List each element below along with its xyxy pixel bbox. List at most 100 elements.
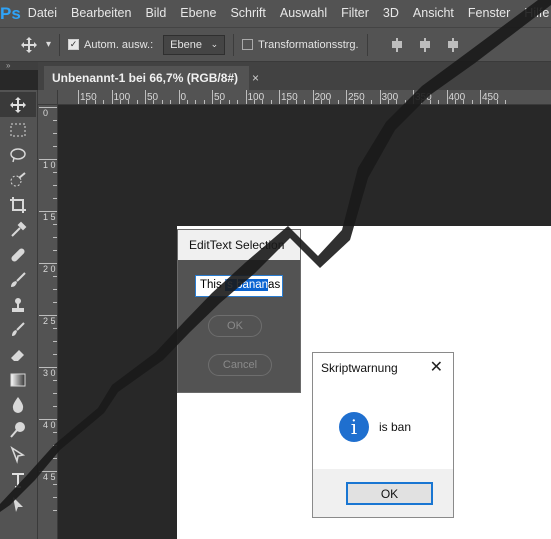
ruler-tick xyxy=(39,107,57,108)
ruler-tick xyxy=(186,100,188,104)
auto-select-checkbox[interactable]: ✓ xyxy=(68,39,80,50)
ruler-tick xyxy=(396,100,398,104)
ruler-tick xyxy=(253,100,255,104)
text-before-selection: This xyxy=(200,279,225,291)
ruler-tick xyxy=(454,100,456,104)
ruler-tick xyxy=(39,471,57,472)
cancel-button[interactable]: Cancel xyxy=(208,354,272,376)
menu-ebene[interactable]: Ebene xyxy=(173,0,223,27)
ruler-tick xyxy=(295,100,297,104)
transform-controls-label: Transformationsstrg. xyxy=(258,38,359,51)
edittext-field[interactable]: This 's bananas ! xyxy=(195,275,283,297)
horizontal-ruler[interactable]: 150 100 50 0 50 100 150 200 250 300 350 400 450 xyxy=(58,90,551,105)
auto-select-target-dropdown[interactable]: Ebene ⌄ xyxy=(163,34,226,55)
move-tool-preset-icon[interactable] xyxy=(18,34,40,56)
dialog-body: i is ban xyxy=(313,383,453,469)
ruler-tick xyxy=(237,100,239,104)
ruler-tick xyxy=(387,100,389,104)
ruler-tick xyxy=(53,146,57,147)
photoshop-logo: Ps xyxy=(0,3,21,23)
ruler-tick xyxy=(53,302,57,303)
ruler-tick xyxy=(346,90,347,104)
menu-bild[interactable]: Bild xyxy=(138,0,173,27)
ruler-tick xyxy=(53,354,57,355)
menu-schrift[interactable]: Schrift xyxy=(223,0,272,27)
ruler-tick xyxy=(53,133,57,134)
ruler-tick xyxy=(480,90,481,104)
ruler-tick xyxy=(53,380,57,381)
path-select-icon[interactable] xyxy=(0,492,36,517)
ruler-tick xyxy=(279,90,280,104)
ruler-tick xyxy=(53,445,57,446)
ruler-tick xyxy=(53,250,57,251)
ruler-tick xyxy=(86,100,88,104)
ruler-tick xyxy=(53,497,57,498)
document-tab-bar: Unbenannt-1 bei 66,7% (RGB/8#) × xyxy=(38,62,551,90)
quick-select-icon[interactable] xyxy=(0,167,36,192)
ruler-corner xyxy=(38,90,58,105)
move-icon[interactable] xyxy=(0,92,36,117)
healing-icon[interactable] xyxy=(0,242,36,267)
ruler-tick xyxy=(421,100,423,104)
ruler-tick xyxy=(39,211,57,212)
ruler-tick xyxy=(53,276,57,277)
crop-icon[interactable] xyxy=(0,192,36,217)
close-icon[interactable]: × xyxy=(252,71,259,85)
ruler-tick xyxy=(111,90,113,104)
lasso-icon[interactable] xyxy=(0,142,36,167)
menu-bearbeiten[interactable]: Bearbeiten xyxy=(64,0,138,27)
transform-controls-checkbox[interactable] xyxy=(242,39,254,50)
ruler-v-label: 2 0 0 xyxy=(43,264,56,274)
dodge-icon[interactable] xyxy=(0,417,36,442)
ruler-tick xyxy=(178,90,180,104)
menu-fenster[interactable]: Fenster xyxy=(461,0,517,27)
ruler-tick xyxy=(53,393,57,394)
blur-icon[interactable] xyxy=(0,392,36,417)
history-brush-icon[interactable] xyxy=(0,317,36,342)
ruler-tick xyxy=(220,100,222,104)
pen-icon[interactable] xyxy=(0,442,36,467)
tools-panel xyxy=(0,90,38,539)
menu-bar: Ps Datei Bearbeiten Bild Ebene Schrift A… xyxy=(0,0,551,27)
ruler-tick xyxy=(94,100,96,104)
chevron-down-icon[interactable]: ▾ xyxy=(46,39,51,50)
ruler-tick xyxy=(53,224,57,225)
ruler-v-label: 3 0 0 xyxy=(43,368,56,378)
stamp-icon[interactable] xyxy=(0,292,36,317)
ruler-tick xyxy=(203,100,205,104)
expand-panels-icon[interactable]: » xyxy=(6,62,10,70)
eraser-icon[interactable] xyxy=(0,342,36,367)
gradient-icon[interactable] xyxy=(0,367,36,392)
align-vertical-center-icon[interactable] xyxy=(418,37,432,52)
menu-auswahl[interactable]: Auswahl xyxy=(273,0,334,27)
ruler-tick xyxy=(39,263,57,264)
text-after-selection: as ! xyxy=(268,279,282,291)
menu-filter[interactable]: Filter xyxy=(334,0,376,27)
type-icon[interactable] xyxy=(0,467,36,492)
ruler-v-label: 0 xyxy=(43,108,49,118)
dialog-title: Skriptwarnung ✕ xyxy=(313,353,453,383)
ok-button[interactable]: OK xyxy=(208,315,262,337)
menu-datei[interactable]: Datei xyxy=(21,0,64,27)
ruler-tick xyxy=(161,100,163,104)
document-tab-title: Unbenannt-1 bei 66,7% (RGB/8#) xyxy=(52,71,239,85)
menu-hilfe[interactable]: Hilfe xyxy=(517,0,551,27)
marquee-icon[interactable] xyxy=(0,117,36,142)
menu-ansicht[interactable]: Ansicht xyxy=(406,0,461,27)
ruler-tick xyxy=(170,100,172,104)
document-tab[interactable]: Unbenannt-1 bei 66,7% (RGB/8#) × xyxy=(44,66,259,90)
selected-text: 's banan xyxy=(224,279,269,291)
dialog-title: EditText Selection xyxy=(178,230,300,260)
ruler-tick xyxy=(39,315,57,316)
align-top-icon[interactable] xyxy=(390,37,404,52)
ruler-tick xyxy=(78,90,79,104)
brush-icon[interactable] xyxy=(0,267,36,292)
ruler-tick xyxy=(337,100,339,104)
align-bottom-icon[interactable] xyxy=(446,37,460,52)
menu-3d[interactable]: 3D xyxy=(376,0,406,27)
ruler-v-label: 4 5 0 xyxy=(43,472,56,482)
vertical-ruler[interactable]: 0 1 0 0 1 5 0 2 0 0 2 5 0 3 0 0 4 0 0 4 5 0 xyxy=(38,105,58,539)
ok-button[interactable]: OK xyxy=(346,482,433,505)
close-icon[interactable]: ✕ xyxy=(430,353,443,383)
eyedropper-icon[interactable] xyxy=(0,217,36,242)
